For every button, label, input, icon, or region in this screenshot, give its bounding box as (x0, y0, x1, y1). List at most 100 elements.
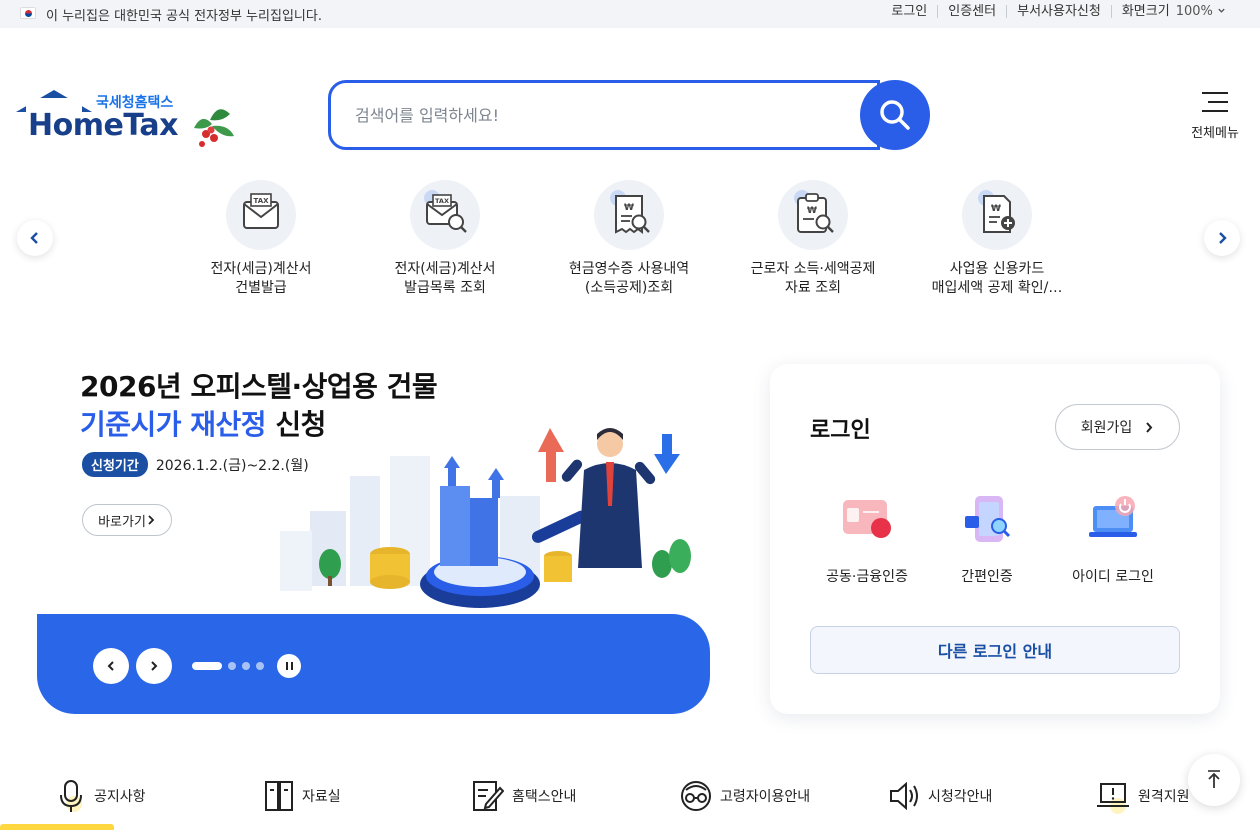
top-links: 로그인 인증센터 부서사용자신청 화면크기 100% (881, 5, 1236, 18)
chevron-right-icon (1219, 232, 1227, 244)
svg-text:TAX: TAX (435, 197, 449, 205)
bottom-menu-label: 시청각안내 (928, 789, 993, 805)
goto-label: 바로가기 (98, 514, 146, 530)
pagination-dot[interactable] (228, 662, 236, 670)
signup-label: 회원가입 (1080, 420, 1133, 436)
document-add-icon: ₩ (962, 180, 1032, 250)
banner-pagination (192, 662, 270, 670)
scroll-to-top-button[interactable] (1188, 754, 1240, 806)
quick-item-label: 전자(세금)계산서 발급목록 조회 (394, 261, 496, 296)
hamburger-icon (1202, 92, 1228, 119)
login-method-certificate[interactable]: 공동·금융인증 (812, 492, 922, 586)
zoom-level: 100% (1175, 4, 1213, 19)
login-card: 로그인 회원가입 공동·금융인증 간편인증 아이디 로그인 다른 로그인 안내 (770, 364, 1220, 714)
quick-item-label: 사업용 신용카드 매입세액 공제 확인/… (931, 261, 1063, 296)
quick-menu-next-button[interactable] (1204, 220, 1240, 256)
login-method-id[interactable]: 아이디 로그인 (1058, 492, 1168, 586)
period-tag: 신청기간 (82, 452, 148, 477)
certificate-card-icon (835, 492, 899, 552)
archive-icon (265, 781, 293, 811)
laptop-alert-icon (1097, 783, 1129, 814)
bottom-menu-audiovisual-guide[interactable]: 시청각안내 (888, 778, 992, 814)
bottom-yellow-tab (0, 824, 114, 830)
search-icon (880, 100, 910, 130)
banner-pause-button[interactable] (277, 654, 301, 678)
gov-topbar: 이 누리집은 대한민국 공식 전자정부 누리집입니다. 로그인 인증센터 부서사… (0, 0, 1260, 28)
logo-title: HomeTax (28, 108, 179, 143)
svg-text:TAX: TAX (253, 197, 269, 205)
tax-envelope-icon: TAX (226, 180, 296, 250)
top-link-cert-center[interactable]: 인증센터 (937, 5, 1006, 18)
login-method-label: 아이디 로그인 (1072, 569, 1154, 585)
search-button[interactable] (860, 80, 930, 150)
quick-item-label: 현금영수증 사용내역 (소득공제)조회 (568, 261, 690, 296)
clipboard-search-icon: ₩ (778, 180, 848, 250)
top-link-dept-user[interactable]: 부서사용자신청 (1006, 5, 1111, 18)
chevron-left-icon (30, 232, 38, 244)
pagination-dot[interactable] (256, 662, 264, 670)
signup-button[interactable]: 회원가입 (1055, 404, 1180, 450)
edit-document-icon (473, 781, 504, 811)
banner-next-button[interactable] (136, 648, 172, 684)
holly-icon (194, 109, 234, 147)
gov-notice: 이 누리집은 대한민국 공식 전자정부 누리집입니다. (46, 9, 322, 24)
other-login-guide-button[interactable]: 다른 로그인 안내 (810, 626, 1180, 674)
quick-menu-prev-button[interactable] (17, 220, 53, 256)
chevron-right-icon (151, 661, 158, 671)
bottom-menu-senior-guide[interactable]: 고령자이용안내 (680, 778, 810, 814)
quick-item-label: 전자(세금)계산서 건별발급 (210, 261, 312, 296)
top-link-screen-size[interactable]: 화면크기 100% (1110, 4, 1236, 19)
bottom-menu-label: 공지사항 (94, 789, 146, 805)
banner-period: 신청기간 2026.1.2.(금)~2.2.(월) (82, 452, 309, 477)
login-title: 로그인 (810, 418, 871, 443)
bottom-menu-label: 자료실 (302, 789, 341, 805)
pagination-dot[interactable] (242, 662, 250, 670)
chevron-right-icon (1146, 421, 1153, 433)
banner-goto-button[interactable]: 바로가기 (82, 504, 172, 536)
svg-text:₩: ₩ (807, 206, 817, 216)
chevron-left-icon (107, 661, 114, 671)
quick-item-worker-deduction[interactable]: ₩ 근로자 소득·세액공제 자료 조회 (738, 180, 888, 298)
hometax-logo[interactable]: 국세청홈택스 HomeTax (16, 88, 238, 148)
laptop-power-icon (1081, 492, 1145, 552)
bottom-menu-label: 고령자이용안내 (720, 789, 811, 805)
bottom-menu-archive[interactable]: 자료실 (264, 778, 341, 814)
korea-flag-icon (20, 7, 36, 19)
all-menu-button[interactable]: 전체메뉴 (1186, 90, 1244, 142)
bottom-menu-remote-support[interactable]: 원격지원 (1096, 778, 1190, 814)
banner-illustration (280, 428, 691, 608)
login-method-simple-auth[interactable]: 간편인증 (932, 492, 1042, 586)
login-method-label: 공동·금융인증 (826, 569, 908, 585)
login-method-label: 간편인증 (961, 569, 1013, 585)
quick-item-tax-invoice-issue[interactable]: TAX 전자(세금)계산서 건별발급 (186, 180, 336, 298)
pagination-dot-active[interactable] (192, 662, 222, 670)
svg-text:₩: ₩ (991, 204, 1001, 214)
quick-item-cash-receipt[interactable]: ₩ 현금영수증 사용내역 (소득공제)조회 (554, 180, 704, 298)
search-box (328, 80, 880, 150)
quick-item-label: 근로자 소득·세액공제 자료 조회 (750, 261, 876, 296)
banner-title-highlight: 기준시가 재산정 (80, 408, 267, 441)
bottom-menu-hometax-guide[interactable]: 홈택스안내 (472, 778, 576, 814)
arrow-up-icon (1208, 770, 1220, 788)
speaker-icon (890, 781, 918, 811)
banner-prev-button[interactable] (93, 648, 129, 684)
search-input[interactable] (355, 99, 855, 131)
bottom-menu-notice[interactable]: 공지사항 (56, 778, 146, 814)
svg-text:₩: ₩ (624, 203, 634, 213)
microphone-icon (60, 780, 82, 812)
all-menu-label: 전체메뉴 (1191, 126, 1239, 141)
receipt-search-icon: ₩ (594, 180, 664, 250)
tax-search-icon: TAX (410, 180, 480, 250)
quick-item-business-card-vat[interactable]: ₩ 사업용 신용카드 매입세액 공제 확인/… (922, 180, 1072, 298)
pause-icon (284, 662, 294, 670)
senior-glasses-icon (681, 781, 711, 811)
phone-search-icon (955, 492, 1019, 552)
chevron-right-icon (148, 515, 155, 525)
top-link-login[interactable]: 로그인 (881, 5, 937, 18)
bottom-menu-label: 원격지원 (1138, 789, 1190, 805)
banner-title-line1: 2026년 오피스텔·상업용 건물 (80, 370, 438, 403)
chevron-down-icon (1218, 8, 1225, 13)
screen-size-label: 화면크기 (1121, 4, 1170, 19)
quick-item-tax-invoice-list[interactable]: TAX 전자(세금)계산서 발급목록 조회 (370, 180, 520, 298)
bottom-menu-label: 홈택스안내 (512, 789, 577, 805)
